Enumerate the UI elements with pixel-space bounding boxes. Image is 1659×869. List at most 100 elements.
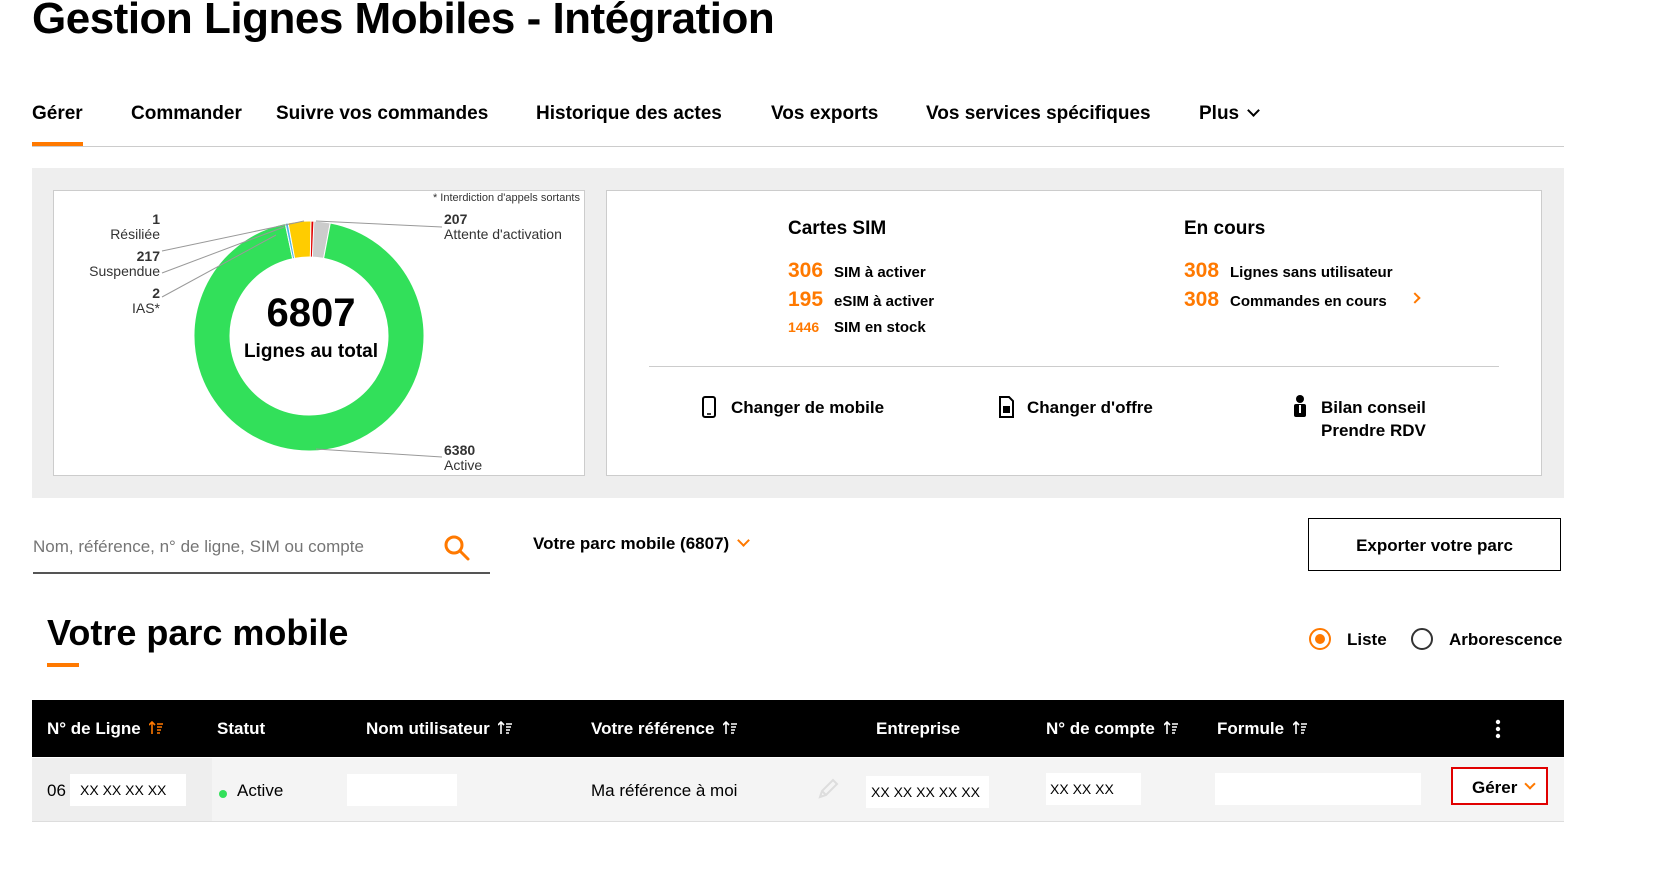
lines-without-user[interactable]: 308 Lignes sans utilisateur (1184, 259, 1393, 283)
legend-attente: 207 Attente d'activation (444, 212, 562, 242)
header-line-number[interactable]: N° de Ligne (47, 719, 164, 739)
nav-divider (32, 146, 1564, 147)
nav-active-indicator (32, 142, 83, 146)
nav-services-specifiques[interactable]: Vos services spécifiques (926, 103, 1151, 125)
sim-in-stock-label: SIM en stock (834, 319, 926, 336)
nav-commander[interactable]: Commander (131, 103, 242, 125)
legend-ias: 2 IAS* (132, 286, 160, 316)
radio-liste-dot (1315, 634, 1325, 644)
bilan-conseil-label: Bilan conseil (1321, 398, 1426, 417)
donut-total: 6807 (266, 291, 356, 335)
company-cell[interactable]: XX XX XX XX XX (866, 776, 989, 808)
header-account-label: N° de compte (1046, 719, 1155, 738)
legend-ias-label: IAS* (131, 300, 160, 316)
sim-to-activate[interactable]: 306 SIM à activer (788, 259, 926, 283)
lines-without-user-label: Lignes sans utilisateur (1230, 264, 1393, 281)
section-title-underline (47, 663, 79, 667)
sort-active-icon (149, 721, 164, 734)
export-button[interactable]: Exporter votre parc (1308, 518, 1561, 571)
line-prefix: 06 (47, 781, 66, 800)
user-name-cell[interactable] (347, 774, 457, 806)
sort-icon (498, 721, 513, 734)
legend-attente-label: Attente d'activation (444, 226, 562, 242)
search-field[interactable] (33, 528, 490, 574)
search-input[interactable] (33, 528, 433, 566)
header-user-name[interactable]: Nom utilisateur (366, 719, 513, 739)
donut-card: * Interdiction d'appels sortants 6807 Li… (53, 190, 585, 476)
sort-icon (1292, 721, 1307, 734)
prendre-rdv-label: Prendre RDV (1321, 421, 1426, 440)
legend-resiliee-label: Résiliée (110, 226, 160, 242)
header-status: Statut (217, 719, 266, 738)
sim-in-stock[interactable]: 1446 SIM en stock (788, 319, 926, 337)
page-title: Gestion Lignes Mobiles - Intégration (32, 0, 775, 43)
legend-attente-count: 207 (444, 211, 468, 227)
formula-cell[interactable] (1215, 773, 1421, 805)
legend-resiliee: 1 Résiliée (110, 212, 160, 242)
esim-to-activate-label: eSIM à activer (834, 293, 935, 310)
legend-suspendue-label: Suspendue (89, 263, 160, 279)
status-dot (219, 790, 227, 798)
parc-selector-label: Votre parc mobile (6807) (533, 534, 730, 553)
legend-ias-count: 2 (152, 285, 160, 301)
header-company: Entreprise (876, 719, 961, 738)
in-progress-title: En cours (1184, 218, 1266, 239)
more-options-icon[interactable] (1492, 718, 1504, 740)
sim-cards-title: Cartes SIM (788, 218, 887, 239)
legend-active-label: Active (444, 457, 483, 473)
edit-pencil-icon[interactable] (816, 777, 840, 801)
sort-icon (723, 721, 738, 734)
reference-value: Ma référence à moi (591, 781, 738, 800)
orders-in-progress-label: Commandes en cours (1230, 293, 1387, 310)
chevron-right-icon (1409, 292, 1421, 304)
radio-liste-label: Liste (1347, 630, 1387, 649)
chevron-down-icon (1524, 778, 1536, 790)
stats-divider (649, 366, 1499, 367)
nav-exports[interactable]: Vos exports (771, 103, 878, 125)
nav-historique[interactable]: Historique des actes (536, 103, 722, 125)
radio-arborescence[interactable] (1411, 628, 1433, 650)
leader-line-active (315, 448, 443, 458)
line-number[interactable]: XX XX XX XX (70, 774, 186, 806)
esim-to-activate[interactable]: 195 eSIM à activer (788, 288, 934, 312)
header-reference-label: Votre référence (591, 719, 715, 738)
header-formula-label: Formule (1217, 719, 1285, 738)
chevron-down-icon (737, 534, 751, 547)
nav-suivre-commandes[interactable]: Suivre vos commandes (276, 103, 488, 125)
header-formula[interactable]: Formule (1217, 719, 1307, 739)
esim-to-activate-count: 195 (788, 288, 824, 311)
radio-liste[interactable] (1309, 628, 1331, 650)
donut-total-label: Lignes au total (243, 341, 379, 362)
sort-icon (1163, 721, 1178, 734)
radio-arborescence-label: Arborescence (1449, 630, 1563, 649)
nav-gerer[interactable]: Gérer (32, 103, 83, 125)
section-title: Votre parc mobile (47, 612, 349, 653)
lines-without-user-count: 308 (1184, 259, 1220, 282)
status-label: Active (237, 781, 284, 800)
search-icon[interactable] (443, 534, 471, 562)
sim-to-activate-count: 306 (788, 259, 824, 282)
orders-in-progress-count: 308 (1184, 288, 1220, 311)
header-user-name-label: Nom utilisateur (366, 719, 490, 738)
nav-plus[interactable]: Plus (1199, 103, 1260, 125)
parc-selector[interactable]: Votre parc mobile (6807) (533, 534, 751, 554)
change-mobile-label: Changer de mobile (731, 398, 885, 417)
orders-in-progress[interactable]: 308 Commandes en cours (1184, 288, 1421, 312)
mobile-phone-icon (702, 396, 716, 418)
change-offer-label: Changer d'offre (1027, 398, 1153, 417)
advisor-icon (1294, 395, 1306, 417)
manage-button[interactable]: Gérer (1451, 767, 1548, 805)
chevron-down-icon (1247, 104, 1260, 117)
header-line-number-label: N° de Ligne (47, 719, 141, 738)
account-cell[interactable]: XX XX XX (1046, 773, 1141, 805)
legend-suspendue: 217 Suspendue (89, 249, 160, 279)
sim-in-stock-count: 1446 (788, 319, 820, 335)
manage-button-label: Gérer (1472, 778, 1518, 797)
header-account[interactable]: N° de compte (1046, 719, 1178, 739)
header-reference[interactable]: Votre référence (591, 719, 738, 739)
nav-plus-label: Plus (1199, 103, 1240, 124)
legend-active: 6380 Active (444, 443, 482, 473)
legend-suspendue-count: 217 (136, 248, 160, 264)
stats-card: Cartes SIM 306 SIM à activer 195 eSIM à ac… (606, 190, 1542, 476)
legend-active-count: 6380 (444, 442, 476, 458)
